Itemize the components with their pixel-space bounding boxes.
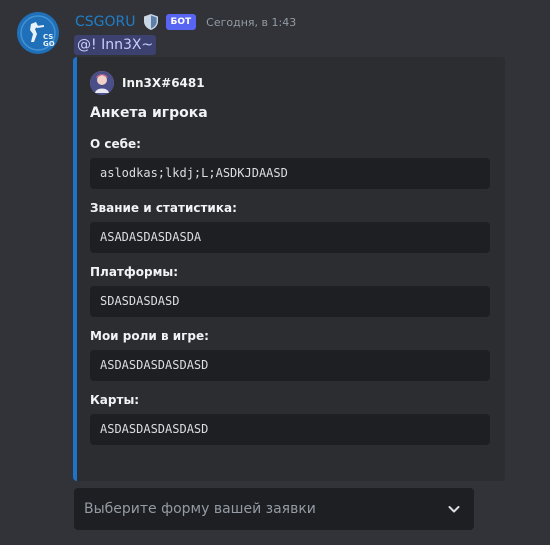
- message-header: CSGORU БОТ Сегодня, в 1:43: [75, 12, 296, 32]
- shield-icon: [142, 13, 160, 31]
- svg-text:GO: GO: [43, 40, 55, 48]
- bot-avatar-icon[interactable]: CS GO: [17, 12, 59, 54]
- field-name-about: О себе:: [90, 137, 141, 151]
- field-name-maps: Карты:: [90, 393, 140, 407]
- embed-author: Inn3X#6481: [90, 71, 205, 95]
- embed-title: Анкета игрока: [90, 105, 208, 121]
- author-username[interactable]: CSGORU: [75, 14, 136, 30]
- field-value-roles: ASDASDASDASDASD: [90, 350, 490, 381]
- field-value-maps: ASDASDASDASDASD: [90, 414, 490, 445]
- field-name-roles: Мои роли в игре:: [90, 329, 209, 343]
- field-value-about: aslodkas;lkdj;L;ASDKJDAASD: [90, 158, 490, 189]
- select-placeholder: Выберите форму вашей заявки: [84, 501, 316, 517]
- user-mention[interactable]: @! Inn3X~: [74, 35, 157, 55]
- embed-card: Inn3X#6481 Анкета игрока О себе: aslodka…: [73, 57, 505, 481]
- author-avatar-icon[interactable]: [90, 71, 114, 95]
- message-timestamp: Сегодня, в 1:43: [206, 15, 297, 29]
- field-value-platforms: SDASDASDASD: [90, 286, 490, 317]
- field-value-rank: ASADASDASDASDA: [90, 222, 490, 253]
- field-name-rank: Звание и статистика:: [90, 201, 237, 215]
- application-form-select[interactable]: Выберите форму вашей заявки: [74, 488, 474, 530]
- field-name-platforms: Платформы:: [90, 265, 179, 279]
- bot-tag: БОТ: [165, 14, 197, 30]
- embed-author-name[interactable]: Inn3X#6481: [122, 76, 205, 90]
- chat-message: CS GO CSGORU БОТ Сегодня, в 1:43 @! Inn3…: [0, 0, 550, 545]
- chevron-down-icon[interactable]: [446, 501, 462, 517]
